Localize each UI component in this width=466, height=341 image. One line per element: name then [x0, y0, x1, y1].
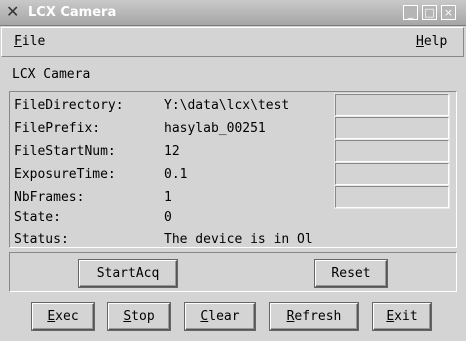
- maximize-button[interactable]: □: [422, 5, 437, 20]
- field-value: 1: [164, 190, 172, 205]
- field-value: 0: [164, 210, 172, 225]
- menu-help-rest: elp: [423, 34, 448, 49]
- refresh-button[interactable]: Refresh: [270, 303, 358, 330]
- stop-label: top: [131, 309, 155, 324]
- menu-file-rest: ile: [21, 34, 46, 49]
- exec-label: xec: [55, 309, 79, 324]
- field-entry[interactable]: [334, 139, 450, 163]
- menu-bar: File Help: [1, 27, 464, 57]
- title-bar[interactable]: ✕ LCX Camera _ □ ×: [0, 0, 466, 26]
- close-button[interactable]: ×: [441, 5, 456, 20]
- field-label: FileDirectory:: [14, 98, 124, 113]
- exit-button[interactable]: Exit: [373, 303, 431, 330]
- field-value: hasylab_00251: [164, 121, 266, 136]
- menu-file[interactable]: File: [14, 34, 45, 49]
- field-value: The device is in Ol: [164, 232, 313, 247]
- field-value: Y:\data\lcx\test: [164, 98, 290, 113]
- field-label: Status:: [14, 232, 69, 247]
- exec-button[interactable]: Exec: [32, 303, 94, 330]
- field-value: 12: [164, 144, 180, 159]
- start-acq-button[interactable]: StartAcq: [79, 260, 177, 287]
- clear-button[interactable]: Clear: [185, 303, 255, 330]
- menu-help-mnemonic: H: [416, 34, 424, 49]
- window-title: LCX Camera: [28, 5, 117, 20]
- minimize-button[interactable]: _: [403, 5, 418, 20]
- stop-mnemonic: S: [123, 309, 132, 324]
- menu-file-mnemonic: F: [14, 34, 22, 49]
- menu-help[interactable]: Help: [416, 34, 447, 49]
- clear-label: lear: [208, 309, 240, 324]
- stop-button[interactable]: Stop: [108, 303, 170, 330]
- refresh-label: efresh: [294, 309, 342, 324]
- field-entry[interactable]: [334, 116, 450, 140]
- field-value: 0.1: [164, 167, 188, 182]
- field-label: State:: [14, 210, 61, 225]
- field-label: FilePrefix:: [14, 121, 101, 136]
- exit-mnemonic: E: [386, 309, 395, 324]
- exit-label: xit: [394, 309, 418, 324]
- field-entry[interactable]: [334, 93, 450, 117]
- action-panel: StartAcq Reset: [9, 252, 457, 292]
- field-label: FileStartNum:: [14, 144, 116, 159]
- attribute-panel: FileDirectory: Y:\data\lcx\test FilePrefix…: [9, 91, 457, 248]
- field-label: ExposureTime:: [14, 167, 116, 182]
- x-logo-icon: ✕: [6, 2, 20, 21]
- section-label: LCX Camera: [12, 67, 91, 82]
- field-entry[interactable]: [334, 162, 450, 186]
- reset-button[interactable]: Reset: [315, 260, 387, 287]
- field-label: NbFrames:: [14, 190, 85, 205]
- exec-mnemonic: E: [47, 309, 56, 324]
- field-entry[interactable]: [334, 185, 450, 209]
